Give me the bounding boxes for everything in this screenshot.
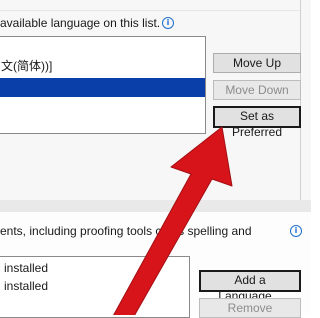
red-arrow-icon [113, 126, 233, 315]
